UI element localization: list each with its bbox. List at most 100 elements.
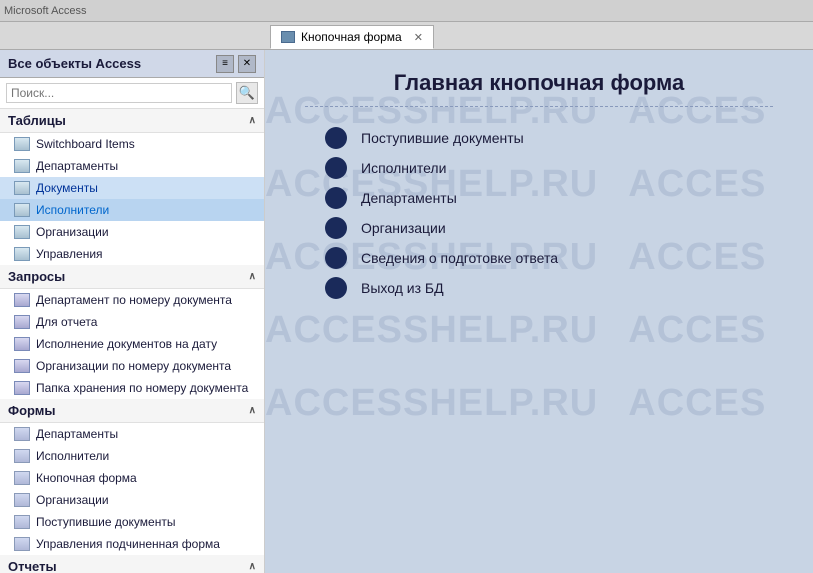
- form-content: Главная кнопочная форма Поступившие доку…: [265, 50, 813, 319]
- form-icon: [14, 449, 30, 463]
- search-button[interactable]: 🔍: [236, 82, 258, 104]
- table-icon: [14, 181, 30, 195]
- table-icon: [14, 159, 30, 173]
- form-btn-row-0: Поступившие документы: [325, 127, 773, 149]
- table-icon: [14, 137, 30, 151]
- table-icon: [14, 225, 30, 239]
- form-btn-label-0[interactable]: Поступившие документы: [361, 130, 524, 146]
- nav-item-label: Департаменты: [36, 159, 118, 173]
- nav-item-form2[interactable]: Исполнители: [0, 445, 264, 467]
- nav-header-controls: ≡ ✕: [216, 55, 256, 73]
- form-buttons: Поступившие документы Исполнители Департ…: [325, 127, 773, 299]
- btn-circle-4[interactable]: [325, 247, 347, 269]
- form-title: Главная кнопочная форма: [305, 70, 773, 96]
- watermark-text: ACCES: [628, 372, 766, 435]
- nav-item-label: Департамент по номеру документа: [36, 293, 232, 307]
- query-icon: [14, 381, 30, 395]
- nav-item-ispolniteli[interactable]: Исполнители: [0, 199, 264, 221]
- btn-circle-2[interactable]: [325, 187, 347, 209]
- btn-circle-3[interactable]: [325, 217, 347, 239]
- nav-item-upravleniya[interactable]: Управления: [0, 243, 264, 265]
- section-tables-label: Таблицы: [8, 113, 66, 128]
- nav-item-label: Исполнители: [36, 203, 109, 217]
- search-input[interactable]: [6, 83, 232, 103]
- nav-item-form1[interactable]: Департаменты: [0, 423, 264, 445]
- nav-item-form5[interactable]: Поступившие документы: [0, 511, 264, 533]
- section-queries[interactable]: Запросы ∧: [0, 265, 264, 289]
- form-icon: [14, 493, 30, 507]
- nav-item-switchboard[interactable]: Switchboard Items: [0, 133, 264, 155]
- section-reports[interactable]: Отчеты ∧: [0, 555, 264, 573]
- form-icon: [14, 427, 30, 441]
- nav-item-label: Поступившие документы: [36, 515, 175, 529]
- section-reports-label: Отчеты: [8, 559, 57, 573]
- btn-circle-0[interactable]: [325, 127, 347, 149]
- btn-circle-1[interactable]: [325, 157, 347, 179]
- nav-panel: Все объекты Access ≡ ✕ 🔍 Таблицы ∧ Switc…: [0, 50, 265, 573]
- nav-item-form4[interactable]: Организации: [0, 489, 264, 511]
- form-btn-label-3[interactable]: Организации: [361, 220, 446, 236]
- nav-item-organizacii[interactable]: Организации: [0, 221, 264, 243]
- form-btn-label-5[interactable]: Выход из БД: [361, 280, 444, 296]
- nav-item-label: Кнопочная форма: [36, 471, 137, 485]
- table-icon: [14, 203, 30, 217]
- nav-item-label: Управления подчиненная форма: [36, 537, 220, 551]
- section-reports-chevron: ∧: [249, 561, 256, 572]
- nav-header: Все объекты Access ≡ ✕: [0, 50, 264, 78]
- section-tables[interactable]: Таблицы ∧: [0, 109, 264, 133]
- section-tables-chevron: ∧: [249, 115, 256, 126]
- nav-item-label: Исполнители: [36, 449, 109, 463]
- query-icon: [14, 337, 30, 351]
- nav-item-label: Департаменты: [36, 427, 118, 441]
- form-icon: [14, 537, 30, 551]
- btn-circle-5[interactable]: [325, 277, 347, 299]
- nav-item-label: Папка хранения по номеру документа: [36, 381, 248, 395]
- nav-item-form6[interactable]: Управления подчиненная форма: [0, 533, 264, 555]
- section-forms[interactable]: Формы ∧: [0, 399, 264, 423]
- tab-switchboard-form[interactable]: Кнопочная форма ✕: [270, 25, 434, 49]
- table-icon: [14, 247, 30, 261]
- form-btn-row-3: Организации: [325, 217, 773, 239]
- nav-item-label: Организации по номеру документа: [36, 359, 231, 373]
- nav-item-label: Организации: [36, 493, 109, 507]
- nav-item-dokumenty[interactable]: Документы: [0, 177, 264, 199]
- tab-form-icon: [281, 31, 295, 43]
- nav-item-departamenty[interactable]: Департаменты: [0, 155, 264, 177]
- nav-item-query5[interactable]: Папка хранения по номеру документа: [0, 377, 264, 399]
- nav-item-query1[interactable]: Департамент по номеру документа: [0, 289, 264, 311]
- app-title: Microsoft Access: [4, 5, 87, 17]
- tab-label: Кнопочная форма: [301, 30, 402, 44]
- form-btn-label-2[interactable]: Департаменты: [361, 190, 457, 206]
- watermark-text: ACCESSHELP.RU: [265, 372, 598, 435]
- form-icon: [14, 471, 30, 485]
- nav-item-label: Для отчета: [36, 315, 97, 329]
- query-icon: [14, 315, 30, 329]
- close-icon[interactable]: ✕: [414, 31, 423, 44]
- form-btn-row-4: Сведения о подготовке ответа: [325, 247, 773, 269]
- section-forms-chevron: ∧: [249, 405, 256, 416]
- nav-item-query3[interactable]: Исполнение документов на дату: [0, 333, 264, 355]
- nav-item-query4[interactable]: Организации по номеру документа: [0, 355, 264, 377]
- section-queries-label: Запросы: [8, 269, 65, 284]
- section-queries-chevron: ∧: [249, 271, 256, 282]
- nav-close-btn[interactable]: ✕: [238, 55, 256, 73]
- nav-title: Все объекты Access: [8, 56, 141, 71]
- form-panel: ACCESSHELP.RU ACCES ACCESSHELP.RU ACCES …: [265, 50, 813, 573]
- form-btn-label-4[interactable]: Сведения о подготовке ответа: [361, 250, 558, 266]
- nav-item-label: Организации: [36, 225, 109, 239]
- nav-menu-btn[interactable]: ≡: [216, 55, 234, 73]
- nav-item-query2[interactable]: Для отчета: [0, 311, 264, 333]
- section-forms-label: Формы: [8, 403, 56, 418]
- form-btn-row-1: Исполнители: [325, 157, 773, 179]
- nav-item-label: Исполнение документов на дату: [36, 337, 217, 351]
- tab-bar: Кнопочная форма ✕: [0, 22, 813, 50]
- form-divider: [305, 106, 773, 107]
- nav-item-label: Документы: [36, 181, 98, 195]
- form-btn-row-5: Выход из БД: [325, 277, 773, 299]
- query-icon: [14, 359, 30, 373]
- nav-item-label: Switchboard Items: [36, 137, 135, 151]
- form-btn-label-1[interactable]: Исполнители: [361, 160, 446, 176]
- search-bar: 🔍: [0, 78, 264, 109]
- nav-item-form3[interactable]: Кнопочная форма: [0, 467, 264, 489]
- form-btn-row-2: Департаменты: [325, 187, 773, 209]
